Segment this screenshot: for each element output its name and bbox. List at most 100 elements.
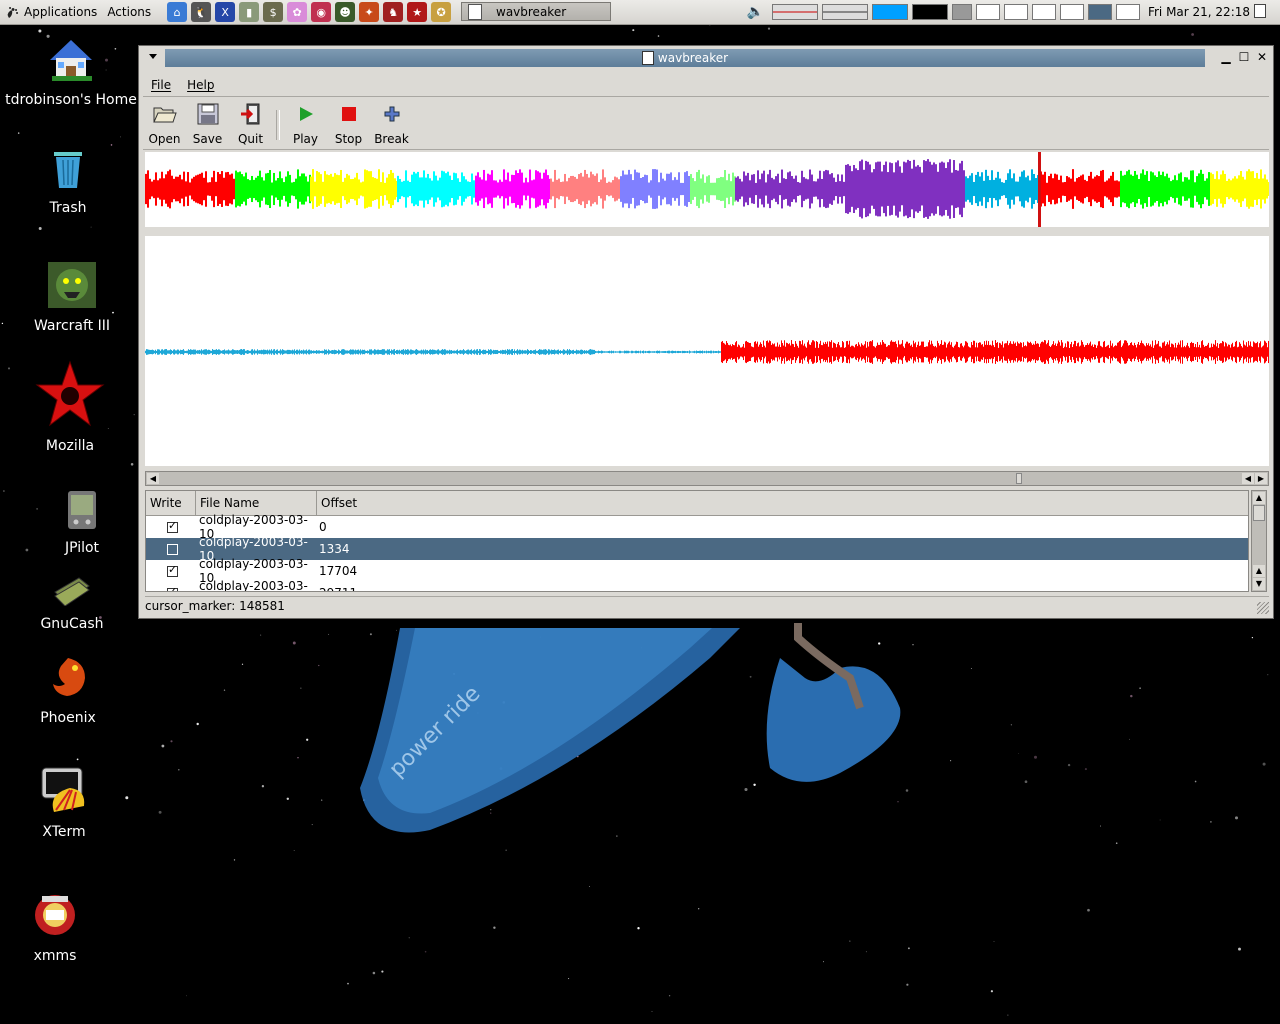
desktop-icon-mozilla[interactable]: Mozilla [30, 360, 110, 454]
write-checkbox[interactable] [167, 543, 178, 555]
column-offset[interactable]: Offset [317, 491, 1248, 515]
scrollbar-thumb[interactable] [1016, 473, 1022, 484]
minimize-icon[interactable]: ▁ [1219, 50, 1233, 64]
offset-cell[interactable]: 1334 [319, 542, 350, 556]
penguin-launcher-icon[interactable]: 🐧 [191, 2, 212, 22]
overview-segment [235, 169, 311, 209]
vertical-scrollbar-thumb[interactable] [1253, 505, 1265, 521]
window-doc-icon [641, 51, 654, 65]
column-file-name[interactable]: File Name [196, 491, 317, 515]
open-label: Open [148, 132, 181, 146]
desktop-icon-home[interactable]: tdrobinson's Home [4, 36, 138, 108]
desktop-icon-label: GnuCash [40, 616, 104, 632]
window-menu-icon[interactable] [149, 54, 157, 59]
warcraft-launcher-icon[interactable]: ☻ [335, 2, 356, 22]
overview-waveform[interactable] [145, 152, 1269, 227]
clock[interactable]: Fri Mar 21, 22:18 [1148, 5, 1250, 19]
cpu-meter[interactable] [771, 4, 818, 20]
gnome-foot-icon [4, 4, 20, 20]
workspace-1[interactable] [975, 4, 1000, 20]
network-monitor[interactable] [871, 4, 908, 20]
workspace-2[interactable] [1003, 4, 1028, 20]
desktop-icon-xterm[interactable]: XTerm [26, 766, 102, 840]
offset-cell[interactable]: 29711 [319, 586, 357, 591]
write-checkbox[interactable] [167, 585, 178, 591]
detail-waveform[interactable] [145, 236, 1269, 466]
memory-meter[interactable] [821, 4, 868, 20]
horizontal-scrollbar[interactable]: ◀ ◀ ▶ [145, 471, 1269, 486]
stop-button[interactable]: Stop [327, 100, 370, 146]
gnucash-launcher-icon[interactable]: $ [263, 2, 284, 22]
mozilla-icon [30, 360, 110, 432]
workspace-4[interactable] [1059, 4, 1084, 20]
window-title-bar[interactable]: wavbreaker [165, 49, 1205, 67]
desktop-icon-phoenix[interactable]: Phoenix [30, 654, 106, 726]
vertical-scrollbar[interactable]: ▲ ▲ ▼ [1251, 490, 1267, 592]
scroll-right-end-icon[interactable]: ▶ [1255, 473, 1267, 484]
load-monitor[interactable] [911, 4, 948, 20]
phoenix-launcher-icon[interactable]: ✦ [359, 2, 380, 22]
overview-segment [845, 159, 965, 219]
trash-icon [38, 148, 98, 194]
file-name-cell[interactable]: coldplay-2003-03-10 [199, 579, 319, 591]
write-checkbox[interactable] [167, 563, 178, 577]
actions-menu[interactable]: Actions [107, 5, 151, 19]
desktop-icon-xmms[interactable]: xmms [22, 892, 88, 964]
desktop-icon-label: JPilot [64, 540, 100, 556]
gaim-launcher-icon[interactable]: ✿ [287, 2, 308, 22]
write-checkbox[interactable] [167, 519, 178, 533]
folder-open-icon [152, 102, 177, 126]
scroll-left-icon[interactable]: ◀ [147, 473, 159, 484]
workspace-5[interactable] [1087, 4, 1112, 20]
desktop-icon-warcraft[interactable]: Warcraft III [22, 262, 122, 334]
table-row[interactable]: coldplay-2003-03-10 29711 [146, 579, 1248, 591]
window-titlebar[interactable]: wavbreaker ▁ ☐ ✕ [139, 46, 1273, 70]
exit-door-icon [239, 102, 263, 126]
quit-button[interactable]: Quit [229, 100, 272, 146]
save-button[interactable]: Save [186, 100, 229, 146]
scroll-down-icon[interactable]: ▲ [1253, 565, 1265, 577]
system-tray: 🔈 Fri Mar 21, 22:18 [747, 0, 1280, 24]
menu-help[interactable]: Help [187, 78, 214, 92]
wavbreaker-window: wavbreaker ▁ ☐ ✕ File Help Open Save Qui… [138, 45, 1274, 619]
close-icon[interactable]: ✕ [1255, 50, 1269, 64]
maximize-icon[interactable]: ☐ [1237, 50, 1251, 64]
taskbar-button-wavbreaker[interactable]: wavbreaker [461, 2, 611, 21]
desktop-icon-trash[interactable]: Trash [38, 148, 98, 216]
break-button[interactable]: Break [370, 100, 413, 146]
desktop-icon-jpilot[interactable]: JPilot [50, 490, 114, 556]
xmms-icon [22, 892, 88, 942]
offset-cell[interactable]: 17704 [319, 564, 357, 578]
menu-file[interactable]: File [151, 78, 171, 92]
break-label: Break [374, 132, 409, 146]
workspace-3[interactable] [1031, 4, 1056, 20]
scroll-up-icon[interactable]: ▲ [1253, 492, 1265, 504]
compass-launcher-icon[interactable]: ✪ [431, 2, 452, 22]
wallpaper-decor: power ride [360, 623, 901, 833]
overview-segment [735, 169, 845, 209]
star-launcher-icon[interactable]: ★ [407, 2, 428, 22]
show-desktop-icon[interactable] [1254, 4, 1266, 18]
mozilla-launcher-icon[interactable]: ♞ [383, 2, 404, 22]
home-icon [4, 36, 138, 86]
overview-position-marker[interactable] [1038, 152, 1041, 227]
penguin-applet-icon[interactable] [951, 4, 972, 20]
play-button[interactable]: Play [284, 100, 327, 146]
desktop-icon-gnucash[interactable]: GnuCash [36, 574, 108, 632]
applications-menu[interactable]: Applications [24, 5, 97, 19]
scroll-right-icon[interactable]: ◀ [1242, 473, 1254, 484]
scroll-down-end-icon[interactable]: ▼ [1253, 578, 1265, 590]
offset-cell[interactable]: 0 [319, 520, 327, 534]
xmms-launcher-icon[interactable]: X [215, 2, 236, 22]
workspace-6[interactable] [1115, 4, 1140, 20]
jpilot-launcher-icon[interactable]: ▮ [239, 2, 260, 22]
volume-icon[interactable]: 🔈 [747, 4, 764, 20]
column-write[interactable]: Write [146, 491, 196, 515]
desktop-icon-label: Mozilla [45, 438, 95, 454]
resize-grip[interactable] [1257, 602, 1269, 614]
quit-label: Quit [237, 132, 264, 146]
open-button[interactable]: Open [143, 100, 186, 146]
home-launcher-icon[interactable]: ⌂ [167, 2, 188, 22]
overview-segment [1040, 169, 1120, 209]
cd-player-launcher-icon[interactable]: ◉ [311, 2, 332, 22]
